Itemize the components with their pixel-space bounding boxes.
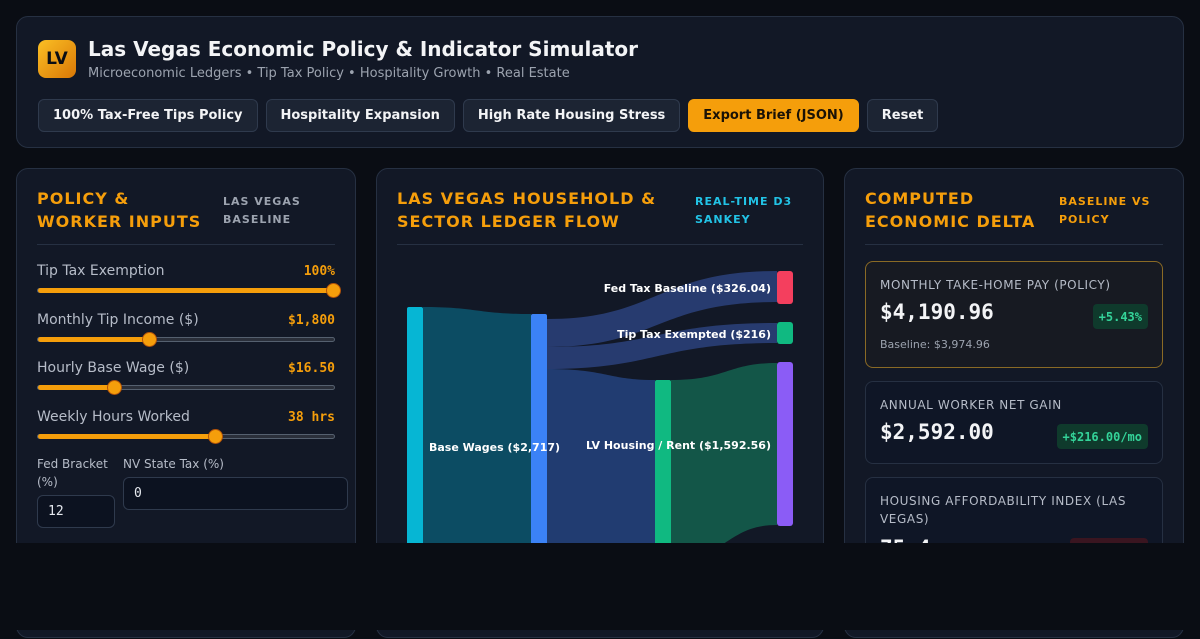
- delta-badge: +5.43%: [1092, 304, 1148, 329]
- card-value: $4,190.96: [880, 300, 994, 324]
- sankey-panel-title: LAS VEGAS HOUSEHOLD & SECTOR LEDGER FLOW: [397, 189, 657, 231]
- link-spend: [671, 363, 777, 559]
- slider-fill: [38, 337, 151, 342]
- slider-thumb[interactable]: [326, 283, 341, 298]
- nv-state-tax-label: NV State Tax (%): [123, 457, 224, 471]
- slider-weekly-hours: Weekly Hours Worked 38 hrs: [37, 409, 335, 449]
- hospitality-expansion-button[interactable]: Hospitality Expansion: [265, 99, 455, 132]
- housing-stress-button[interactable]: High Rate Housing Stress: [462, 99, 681, 132]
- card-label: HOUSING AFFORDABILITY INDEX (LAS VEGAS): [880, 494, 1127, 526]
- scenario-toolbar: 100% Tax-Free Tips Policy Hospitality Ex…: [38, 99, 939, 132]
- delta-panel-tag: BASELINE VS POLICY: [1059, 195, 1151, 226]
- fed-bracket-input[interactable]: 12: [37, 495, 115, 528]
- label-fed-tax: Fed Tax Baseline ($326.04): [604, 282, 771, 295]
- slider-track[interactable]: [37, 429, 335, 444]
- label-base-wages: Base Wages ($2,717): [429, 441, 560, 454]
- inputs-panel-title: POLICY & WORKER INPUTS: [37, 189, 202, 231]
- slider-track[interactable]: [37, 283, 341, 298]
- node-base-wages: [531, 314, 547, 559]
- take-home-pay-card: MONTHLY TAKE-HOME PAY (POLICY) $4,190.96…: [865, 261, 1163, 368]
- export-brief-button[interactable]: Export Brief (JSON): [688, 99, 859, 132]
- slider-fill: [38, 385, 115, 390]
- app-header: LV Las Vegas Economic Policy & Indicator…: [16, 16, 1184, 148]
- slider-label: Monthly Tip Income ($): [37, 312, 199, 328]
- node-spend: [777, 362, 793, 526]
- tax-free-tips-button[interactable]: 100% Tax-Free Tips Policy: [38, 99, 258, 132]
- sankey-panel-tag: REAL-TIME D3 SANKEY: [695, 195, 793, 226]
- slider-value: 100%: [303, 264, 335, 279]
- slider-monthly-tip-income: Monthly Tip Income ($) $1,800: [37, 312, 335, 352]
- fed-bracket-label: Fed Bracket (%): [37, 457, 108, 489]
- inputs-panel-tag: LAS VEGAS BASELINE: [223, 195, 301, 226]
- node-tip-exempt: [777, 322, 793, 344]
- delta-panel-header: COMPUTED ECONOMIC DELTA BASELINE VS POLI…: [865, 187, 1163, 245]
- card-label: MONTHLY TAKE-HOME PAY (POLICY): [880, 278, 1111, 292]
- delta-panel-title: COMPUTED ECONOMIC DELTA: [865, 189, 1036, 231]
- slider-label: Hourly Base Wage ($): [37, 360, 190, 376]
- delta-badge: +$216.00/mo: [1056, 424, 1148, 449]
- nv-state-tax-input[interactable]: 0: [123, 477, 348, 510]
- slider-label: Tip Tax Exemption: [37, 263, 165, 279]
- slider-fill: [38, 434, 216, 439]
- slider-hourly-base-wage: Hourly Base Wage ($) $16.50: [37, 360, 335, 400]
- slider-thumb[interactable]: [207, 429, 223, 444]
- app-subtitle: Microeconomic Ledgers • Tip Tax Policy •…: [88, 66, 570, 81]
- node-source: [407, 307, 423, 559]
- reset-button[interactable]: Reset: [866, 99, 939, 132]
- slider-value: $1,800: [288, 313, 335, 328]
- label-housing: LV Housing / Rent ($1,592.56): [586, 439, 771, 452]
- slider-tip-tax-exemption: Tip Tax Exemption 100%: [37, 263, 341, 303]
- card-label: ANNUAL WORKER NET GAIN: [880, 398, 1062, 412]
- inputs-panel-header: POLICY & WORKER INPUTS LAS VEGAS BASELIN…: [37, 187, 335, 245]
- card-value: $2,592.00: [880, 420, 994, 444]
- slider-thumb[interactable]: [106, 380, 122, 395]
- slider-track[interactable]: [37, 332, 335, 347]
- card-baseline: Baseline: $3,974.96: [880, 338, 990, 351]
- label-tip-exempt: Tip Tax Exempted ($216): [617, 328, 771, 341]
- slider-value: $16.50: [288, 361, 335, 376]
- slider-label: Weekly Hours Worked: [37, 409, 190, 425]
- node-fed-tax: [777, 271, 793, 304]
- slider-value: 38 hrs: [288, 410, 335, 425]
- slider-fill: [38, 288, 334, 293]
- node-housing: [655, 380, 671, 559]
- app-logo: LV: [38, 40, 76, 78]
- annual-net-gain-card: ANNUAL WORKER NET GAIN $2,592.00 +$216.0…: [865, 381, 1163, 464]
- slider-track[interactable]: [37, 380, 335, 395]
- app-title: Las Vegas Economic Policy & Indicator Si…: [88, 37, 639, 61]
- sankey-panel-header: LAS VEGAS HOUSEHOLD & SECTOR LEDGER FLOW…: [397, 187, 803, 245]
- link-source-wages: [423, 307, 531, 559]
- link-housing: [547, 369, 655, 559]
- slider-thumb[interactable]: [142, 332, 158, 347]
- viewport-bottom: [0, 543, 1200, 630]
